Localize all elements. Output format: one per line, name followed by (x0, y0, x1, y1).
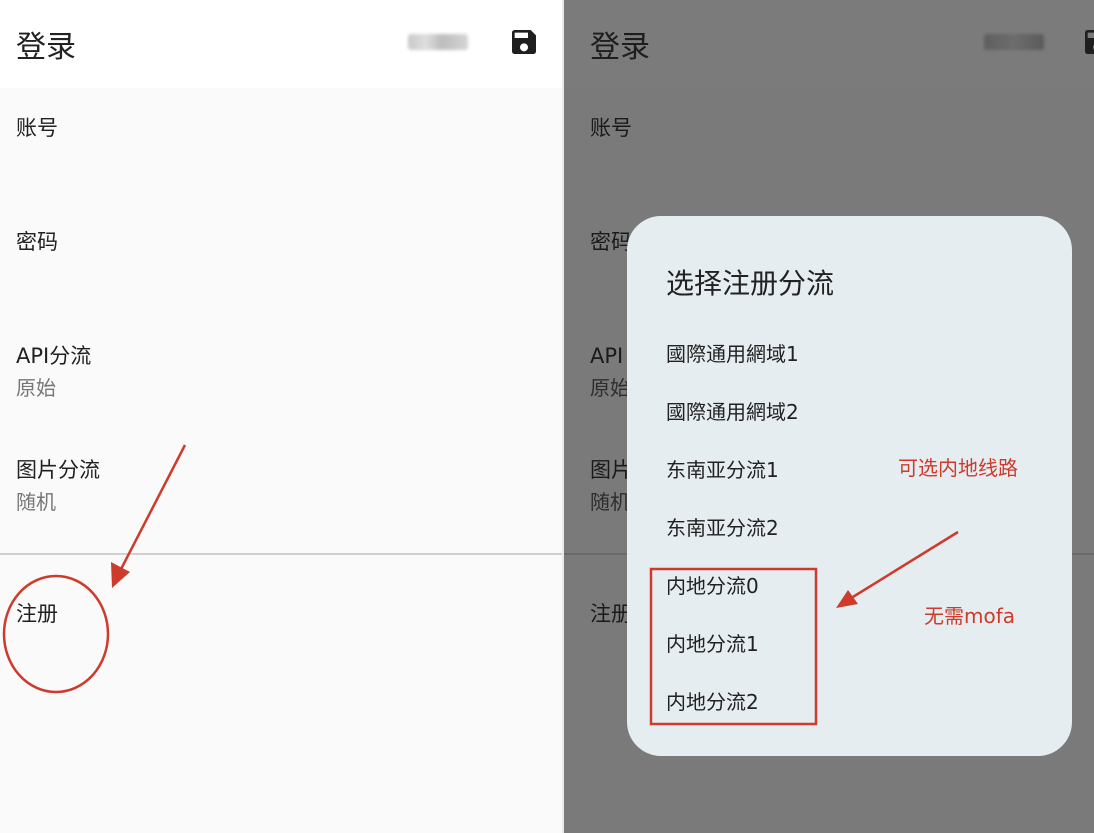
blurred-text (984, 34, 1044, 50)
pref-title: API (590, 344, 624, 368)
app-bar: 登录 (564, 0, 1094, 88)
pref-summary: 原始 (590, 376, 630, 400)
image-route-pref: 图片 随机 (590, 456, 632, 516)
dialog-title: 选择注册分流 (666, 267, 835, 300)
register-label: 注册 (590, 602, 632, 626)
pref-title: 图片 (590, 458, 632, 482)
register-pref: 注册 (590, 600, 632, 628)
route-option[interactable]: 内地分流0 (666, 572, 759, 600)
left-screen: 登录 账号 密码 API分流 原始 图片分流 随机 注册 (0, 0, 562, 833)
pref-summary: 随机 (590, 490, 630, 514)
arrow-head (111, 562, 130, 588)
route-option[interactable]: 东南亚分流1 (666, 456, 779, 484)
select-route-dialog: 选择注册分流 國際通用網域1 國際通用網域2 东南亚分流1 东南亚分流2 内地分… (627, 216, 1072, 756)
route-option[interactable]: 國際通用網域2 (666, 398, 799, 426)
route-option[interactable]: 内地分流1 (666, 630, 759, 658)
annotation-layer (2, 444, 187, 694)
account-pref: 账号 (590, 114, 632, 142)
pref-title: 账号 (590, 116, 632, 140)
no-vpn-note: 无需mofa (924, 604, 1016, 628)
route-option[interactable]: 内地分流2 (666, 688, 759, 716)
api-route-pref: API 原始 (590, 342, 630, 402)
floppy-disk-icon (1085, 30, 1094, 54)
page-title: 登录 (590, 30, 650, 65)
route-option[interactable]: 國際通用網域1 (666, 340, 799, 368)
highlight-circle (2, 574, 110, 694)
password-pref: 密码 (590, 228, 632, 256)
mainland-note: 可选内地线路 (898, 456, 1018, 480)
pref-title: 密码 (590, 230, 632, 254)
annotation-arrow (116, 444, 187, 576)
route-option[interactable]: 东南亚分流2 (666, 514, 779, 542)
